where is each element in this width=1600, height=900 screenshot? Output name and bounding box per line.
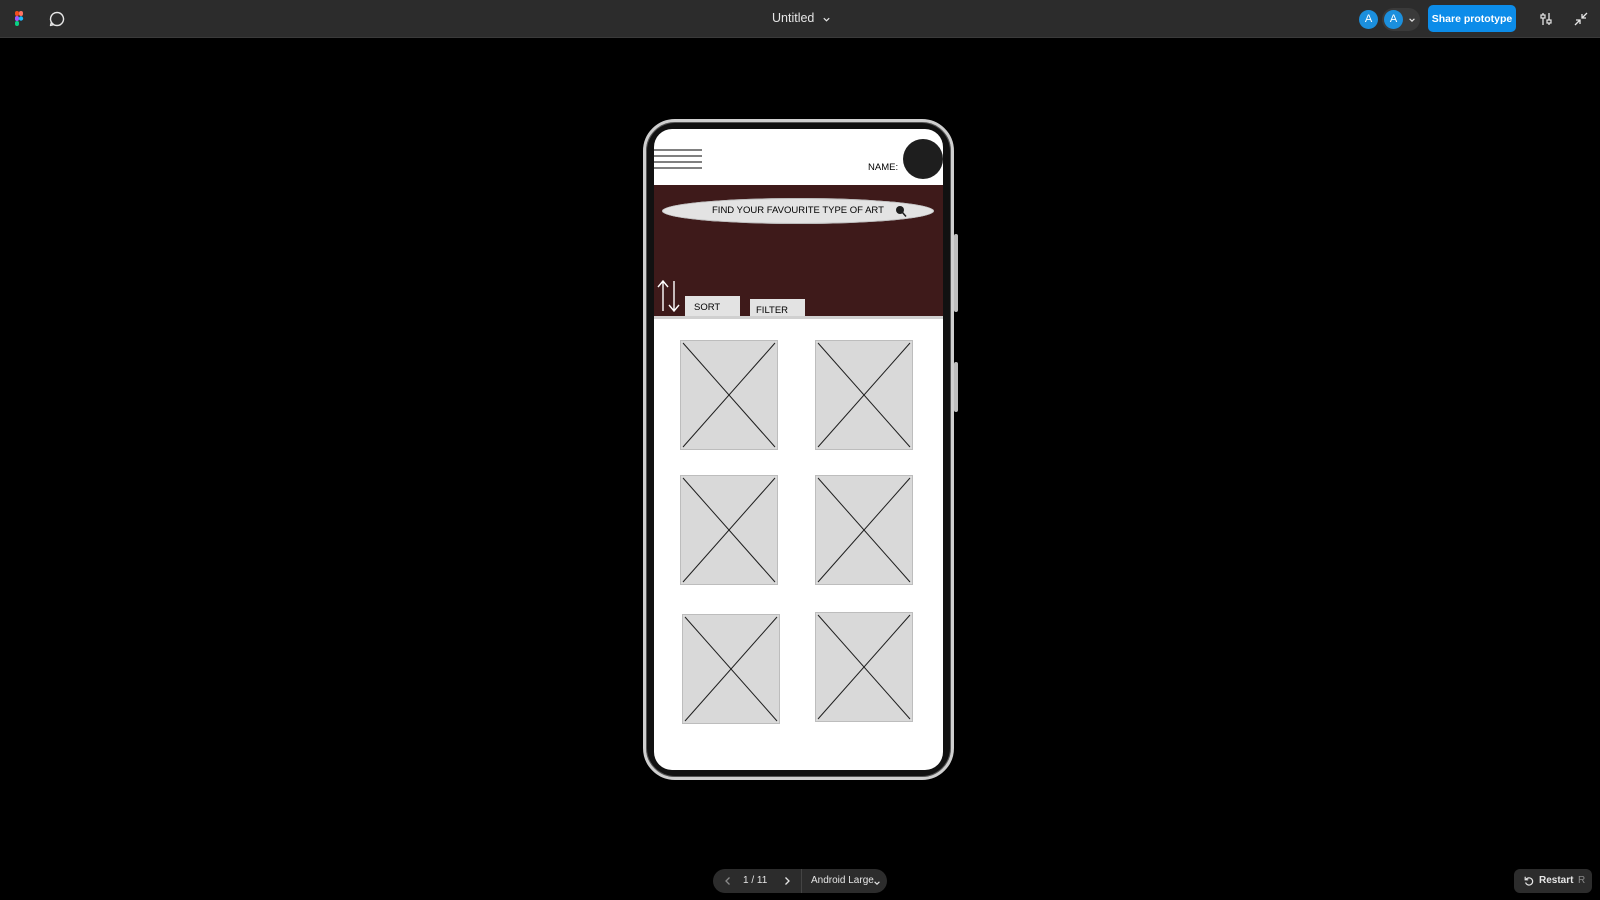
restart-label: Restart <box>1539 875 1574 886</box>
placeholder-cross-icon <box>817 342 911 448</box>
chevron-down-icon[interactable] <box>822 15 831 24</box>
current-user-menu[interactable]: A <box>1382 8 1420 31</box>
restart-icon <box>1524 876 1534 886</box>
placeholder-cross-icon <box>817 614 911 720</box>
top-toolbar: Untitled A A Share prototype <box>0 0 1600 38</box>
file-title[interactable]: Untitled <box>772 11 814 25</box>
sort-arrows-icon[interactable] <box>656 279 682 313</box>
phone-side-button <box>954 362 958 412</box>
art-image-placeholder[interactable] <box>816 613 912 721</box>
divider <box>654 316 943 319</box>
comment-bubble-icon[interactable] <box>47 9 67 29</box>
art-image-placeholder[interactable] <box>681 341 777 449</box>
device-selector[interactable]: Android Large <box>811 875 874 886</box>
figma-logo-icon[interactable] <box>9 9 29 29</box>
placeholder-cross-icon <box>684 616 778 722</box>
placeholder-cross-icon <box>817 477 911 583</box>
art-image-placeholder[interactable] <box>816 476 912 584</box>
divider <box>801 869 802 893</box>
avatar: A <box>1384 10 1403 29</box>
sliders-icon[interactable] <box>1536 9 1556 29</box>
search-banner: FIND YOUR FAVOURITE TYPE OF ART SORT FIL… <box>654 185 943 317</box>
frame-pager: 1 / 11 Android Large <box>713 869 887 893</box>
search-input[interactable]: FIND YOUR FAVOURITE TYPE OF ART <box>662 198 934 224</box>
art-image-placeholder[interactable] <box>816 341 912 449</box>
hamburger-menu-icon[interactable] <box>654 149 702 169</box>
collapse-arrows-icon[interactable] <box>1571 9 1591 29</box>
chevron-left-icon[interactable] <box>722 875 734 887</box>
chevron-right-icon[interactable] <box>781 875 793 887</box>
phone-side-button <box>954 234 958 312</box>
placeholder-cross-icon <box>682 342 776 448</box>
filter-button[interactable]: FILTER <box>750 299 805 317</box>
page-indicator: 1 / 11 <box>743 875 768 886</box>
avatar[interactable]: A <box>1359 10 1378 29</box>
art-image-placeholder[interactable] <box>683 615 779 723</box>
placeholder-cross-icon <box>682 477 776 583</box>
search-icon[interactable] <box>894 204 908 218</box>
sort-button[interactable]: SORT <box>685 296 740 316</box>
app-screen: NAME: FIND YOUR FAVOURITE TYPE OF ART SO… <box>654 129 943 770</box>
chevron-down-icon[interactable] <box>873 879 881 887</box>
search-placeholder: FIND YOUR FAVOURITE TYPE OF ART <box>712 205 884 216</box>
profile-avatar[interactable] <box>903 139 943 179</box>
restart-button[interactable]: Restart R <box>1514 869 1592 893</box>
chevron-down-icon <box>1409 18 1415 22</box>
name-label: NAME: <box>868 162 899 173</box>
keyboard-shortcut: R <box>1578 875 1586 886</box>
share-prototype-button[interactable]: Share prototype <box>1428 5 1516 32</box>
art-image-placeholder[interactable] <box>681 476 777 584</box>
